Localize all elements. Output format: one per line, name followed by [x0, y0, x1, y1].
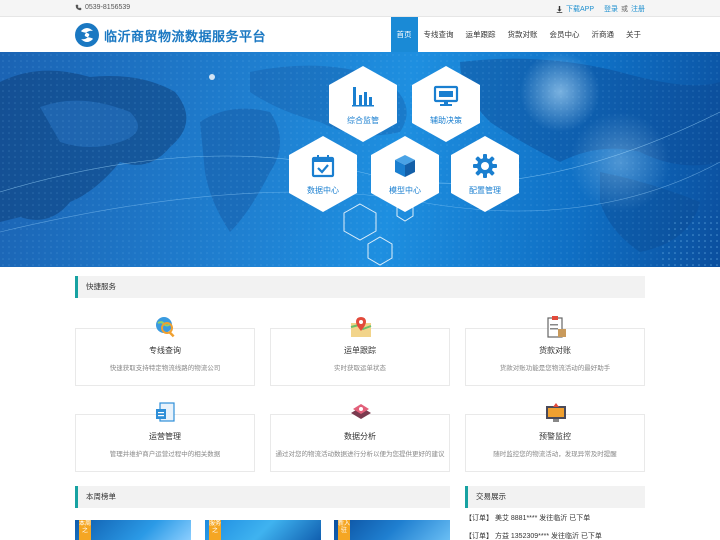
logo-icon: [75, 23, 99, 47]
download-app-link[interactable]: 下载APP: [566, 4, 594, 14]
service-card-alert-monitor[interactable]: 预警监控 随时监控您的物流活动，发现异常及时提醒: [465, 403, 645, 472]
hex-model-center[interactable]: 模型中心: [370, 135, 440, 213]
card-desc: 货款对账功能是您物流活动的最好助手: [499, 365, 611, 372]
service-card-line-query[interactable]: 专线查询 快速获取支持特定物流线路的物流公司: [75, 317, 255, 386]
card-desc: 随时监控您的物流活动，发现异常及时提醒: [493, 451, 617, 458]
hex-label: 综合监管: [347, 116, 379, 125]
service-card-waybill-tracking[interactable]: 运单跟踪 实时获取运单状态: [270, 317, 450, 386]
monitor-alert-icon: [546, 403, 566, 422]
hex-configuration[interactable]: 配置管理: [450, 135, 520, 213]
map-pin-icon: [350, 317, 372, 337]
card-desc: 通过对您的物流活动数据进行分析以便为您提供更好的建议: [275, 451, 445, 458]
weekly-ranking-title: 本周榜单: [75, 486, 450, 508]
site-logo[interactable]: 临沂商贸物流数据服务平台: [74, 22, 266, 48]
bar-chart-icon: [352, 87, 374, 107]
hex-label: 配置管理: [469, 186, 501, 195]
nav-member-center[interactable]: 会员中心: [544, 17, 586, 52]
download-icon: [556, 5, 563, 13]
or-text: 或: [621, 6, 628, 13]
nav-waybill-tracking[interactable]: 运单跟踪: [460, 17, 502, 52]
card-title: 运单跟踪: [344, 346, 376, 355]
gear-icon: [473, 154, 497, 178]
header: 临沂商贸物流数据服务平台 首页 专线查询 运单跟踪 货款对账 会员中心 沂商通 …: [0, 17, 720, 52]
hex-decision-support[interactable]: 辅助决策: [411, 65, 481, 143]
phone-number: 0539-8156539: [85, 4, 131, 11]
phone-info: 0539-8156539: [75, 4, 130, 11]
service-card-reconciliation[interactable]: 货款对账 货款对账功能是您物流活动的最好助手: [465, 316, 645, 386]
ranking-thumb-3[interactable]: 新入驻: [334, 520, 450, 540]
ranking-thumb-2[interactable]: 服务之: [205, 520, 321, 540]
ranking-tag: 本周之: [79, 520, 91, 540]
top-bar: 0539-8156539 下载APP 登录 或 注册: [0, 0, 720, 17]
globe-search-icon: [156, 317, 175, 338]
hex-label: 模型中心: [389, 186, 421, 195]
card-title: 专线查询: [149, 346, 181, 355]
trade-item: 【订单】 方益 1352309**** 发往临沂 已下单: [465, 533, 602, 540]
ranking-tag: 服务之: [209, 520, 221, 540]
calendar-check-icon: [311, 155, 335, 178]
hex-label: 数据中心: [307, 186, 339, 195]
monitor-icon: [433, 85, 459, 106]
hero-banner: 综合监管 辅助决策 数据中心 模型中心 配置管理: [0, 52, 720, 267]
hex-comprehensive-supervision[interactable]: 综合监管: [328, 65, 398, 143]
document-icon: [156, 402, 175, 422]
login-link[interactable]: 登录: [604, 4, 618, 14]
clipboard-icon: [547, 316, 566, 338]
nav-about[interactable]: 关于: [620, 17, 647, 52]
cube-icon: [395, 155, 415, 177]
ranking-thumb-1[interactable]: 本周之: [75, 520, 191, 540]
nav-reconciliation[interactable]: 货款对账: [502, 17, 544, 52]
analysis-icon: [351, 404, 371, 419]
card-desc: 实时获取运单状态: [334, 365, 386, 372]
trade-display-title: 交易展示: [465, 486, 645, 508]
nav-yishangtong[interactable]: 沂商通: [586, 17, 621, 52]
card-title: 货款对账: [539, 346, 571, 355]
hex-data-center[interactable]: 数据中心: [288, 135, 358, 213]
quick-services-title: 快捷服务: [75, 276, 645, 298]
service-card-operations[interactable]: 运营管理 管理并维护商户运营过程中的相关数据: [75, 402, 255, 472]
nav-home[interactable]: 首页: [390, 17, 418, 52]
service-card-data-analysis[interactable]: 数据分析 通过对您的物流活动数据进行分析以便为您提供更好的建议: [270, 404, 450, 472]
phone-icon: [75, 4, 82, 11]
trade-item: 【订单】 美艾 8881**** 发往临沂 已下单: [465, 515, 591, 522]
nav-line-query[interactable]: 专线查询: [418, 17, 460, 52]
card-desc: 管理并维护商户运营过程中的相关数据: [109, 451, 221, 458]
card-title: 预警监控: [539, 432, 571, 441]
site-title: 临沂商贸物流数据服务平台: [104, 28, 267, 44]
hex-label: 辅助决策: [430, 116, 462, 125]
main-nav: 首页 专线查询 运单跟踪 货款对账 会员中心 沂商通 关于: [390, 17, 648, 52]
card-title: 数据分析: [344, 432, 376, 441]
card-desc: 快速获取支持特定物流线路的物流公司: [109, 365, 221, 372]
register-link[interactable]: 注册: [631, 4, 645, 14]
card-title: 运营管理: [149, 432, 181, 441]
ranking-tag: 新入驻: [338, 520, 350, 540]
